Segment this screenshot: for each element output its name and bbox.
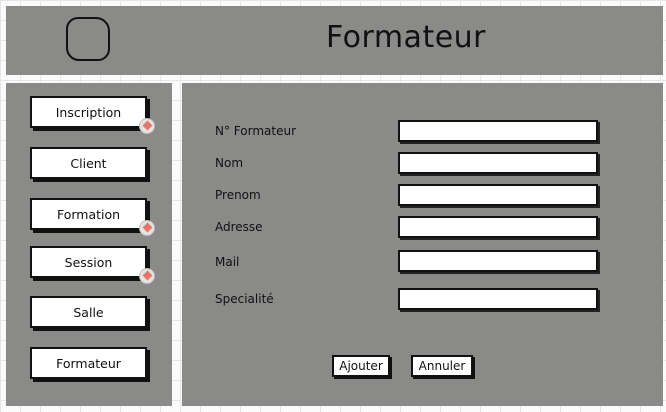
adresse-label: Adresse xyxy=(215,220,263,234)
nav-formation-label: Formation xyxy=(56,206,121,222)
prenom-label: Prenom xyxy=(215,188,261,202)
numero-input[interactable] xyxy=(398,120,598,142)
nav-session-button[interactable]: Session xyxy=(30,246,155,284)
nav-client-label: Client xyxy=(70,155,107,171)
nav-inscription-button[interactable]: Inscription xyxy=(30,96,155,134)
specialite-input[interactable] xyxy=(398,288,598,310)
logo-icon xyxy=(66,17,110,61)
formateur-form: N° Formateur Nom Prenom Adresse Mail Spe… xyxy=(182,83,663,406)
nav-inscription-label: Inscription xyxy=(55,104,122,120)
specialite-label: Specialité xyxy=(215,292,274,306)
nom-label: Nom xyxy=(215,156,244,170)
nav-formateur-button[interactable]: Formateur xyxy=(30,347,147,379)
link-arrow-icon xyxy=(139,118,155,134)
page-title: Formateur xyxy=(325,20,487,55)
link-arrow-icon xyxy=(139,268,155,284)
link-arrow-icon xyxy=(139,220,155,236)
prenom-input[interactable] xyxy=(398,184,598,206)
nav-salle-button[interactable]: Salle xyxy=(30,296,147,328)
adresse-input[interactable] xyxy=(398,216,598,238)
mail-label: Mail xyxy=(215,255,240,269)
nav-session-label: Session xyxy=(64,254,113,270)
nom-input[interactable] xyxy=(398,152,598,174)
header-bar: Formateur xyxy=(6,6,663,75)
nav-formateur-label: Formateur xyxy=(56,355,121,371)
annuler-button[interactable]: Annuler xyxy=(411,355,473,377)
mail-input[interactable] xyxy=(398,250,598,272)
nav-formation-button[interactable]: Formation xyxy=(30,198,155,236)
nav-client-button[interactable]: Client xyxy=(30,147,147,179)
numero-label: N° Formateur xyxy=(215,124,296,138)
ajouter-button[interactable]: Ajouter xyxy=(332,355,390,377)
nav-salle-label: Salle xyxy=(73,304,104,320)
sidebar: Inscription Client Formation Session Sal… xyxy=(6,83,172,406)
